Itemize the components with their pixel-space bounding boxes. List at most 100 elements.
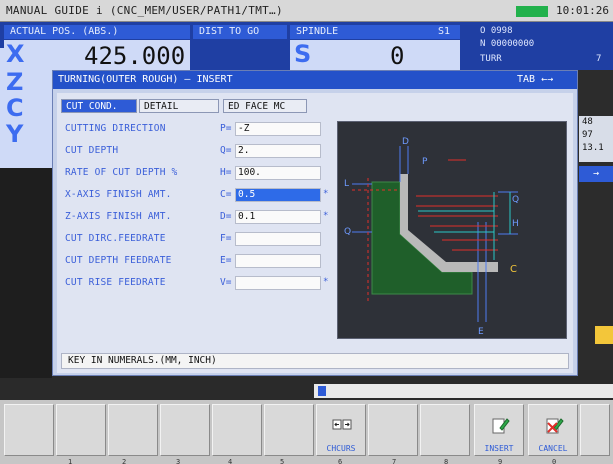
param-letter: C= [220,189,232,200]
scroll-thumb[interactable] [318,386,326,396]
param-letter: E= [220,255,232,266]
turret-value: 7 [596,54,602,64]
softkey-5[interactable] [212,404,262,456]
softkey-1[interactable] [4,404,54,456]
sequence-number: N 00000000 [480,39,535,49]
tab-hint: TAB ←→ [517,74,554,85]
clock: 10:01:26 [556,4,609,17]
param-letter: P= [220,123,232,134]
figure-label-l: L [344,179,349,189]
axis-z: Z [6,68,24,96]
softkey-number: 6 [338,458,343,464]
cutting-direction-field[interactable]: -Z [235,122,321,136]
required-marker: * [323,211,329,221]
program-number: O 0998 [480,26,513,36]
param-label: CUT RISE FEEDRATE [65,277,166,288]
softkey-6[interactable] [264,404,314,456]
softkey-number: 0 [552,458,557,464]
param-label: X-AXIS FINISH AMT. [65,189,172,200]
chcurs-softkey[interactable]: CHCURS [316,404,366,456]
tab-ed-face-mc[interactable]: ED FACE MC [223,99,307,113]
cursor-arrows-icon [332,419,352,430]
figure-label-q-left: Q [344,227,351,237]
title-bar: MANUAL GUIDE i (CNC_MEM/USER/PATH1/TMT…)… [0,0,613,22]
right-values: 48 97 13.1 [579,116,613,162]
required-marker: * [323,189,329,199]
softkey-number: 9 [498,458,503,464]
turret-label: TURR [480,54,502,64]
softkey-number: 5 [280,458,285,464]
softkey-4[interactable] [160,404,210,456]
right-yellow-marker [595,326,613,344]
cancel-softkey[interactable]: CANCEL [528,404,578,456]
param-label: CUT DIRC.FEEDRATE [65,233,166,244]
param-label: CUTTING DIRECTION [65,123,166,134]
insert-pencil-icon [492,418,510,434]
tab-cut-cond[interactable]: CUT COND. [61,99,137,113]
axis-x: X [6,40,25,68]
rate-of-cut-depth-field[interactable]: 100. [235,166,321,180]
spindle-index: S1 [438,26,451,37]
softkey-next[interactable] [580,404,610,456]
spindle-header-label: SPINDLE [296,26,339,37]
param-letter: Q= [220,145,232,156]
right-background [578,70,613,370]
insert-label: INSERT [484,444,514,453]
position-value: 425.000 [84,42,186,70]
insert-dialog: TURNING(OUTER ROUGH) – INSERT TAB ←→ CUT… [52,70,578,376]
message-line: KEY IN NUMERALS.(MM, INCH) [61,353,569,369]
z-axis-finish-field[interactable]: 0.1 [235,210,321,224]
app-title: MANUAL GUIDE i (CNC_MEM/USER/PATH1/TMT…) [6,4,283,17]
left-background [0,168,52,378]
softkey-number: 1 [68,458,73,464]
axis-column: X Z C Y [0,40,52,168]
right-value: 97 [582,130,593,140]
param-label: CUT DEPTH [65,145,119,156]
softkey-3[interactable] [108,404,158,456]
param-label: Z-AXIS FINISH AMT. [65,211,172,222]
param-label: RATE OF CUT DEPTH % [65,167,178,178]
softkey-number: 2 [122,458,127,464]
distance-panel [193,40,287,70]
required-marker: * [323,277,329,287]
right-arrow-indicator: → [579,166,613,182]
param-letter: F= [220,233,232,244]
softkey-number: 4 [228,458,233,464]
param-label: CUT DEPTH FEEDRATE [65,255,172,266]
figure-label-h: H [512,219,519,229]
dialog-title: TURNING(OUTER ROUGH) – INSERT [53,71,577,89]
figure-label-q: Q [512,195,519,205]
spindle-panel: 0 [290,40,460,70]
cancel-label: CANCEL [538,444,568,453]
softkey-2[interactable] [56,404,106,456]
insert-softkey[interactable]: INSERT [474,404,524,456]
softkey-number: 7 [392,458,397,464]
x-axis-finish-field[interactable]: 0.5 [235,188,321,202]
status-scroll-row [314,384,613,398]
guide-figure-drawing: D P L Q Q H C E [344,137,519,337]
cut-rise-feedrate-field[interactable] [235,276,321,290]
softkey-9[interactable] [420,404,470,456]
position-header: ACTUAL POS. (ABS.) [4,25,190,39]
tab-detail[interactable]: DETAIL [139,99,219,113]
figure-label-c: C [510,264,517,275]
param-letter: V= [220,277,232,288]
param-letter: D= [220,211,232,222]
softkey-8[interactable] [368,404,418,456]
dialog-body: CUT COND. DETAIL ED FACE MC CUTTING DIRE… [57,93,573,373]
workpiece-shape [371,181,473,295]
param-letter: H= [220,167,232,178]
figure-label-e: E [478,327,484,337]
softkey-number: 3 [176,458,181,464]
axis-y: Y [6,120,24,148]
cut-depth-feedrate-field[interactable] [235,254,321,268]
figure-label-p: P [422,157,428,167]
cut-dirc-feedrate-field[interactable] [235,232,321,246]
figure-label-d: D [402,137,409,147]
cut-depth-field[interactable]: 2. [235,144,321,158]
right-value: 48 [582,117,593,127]
mode-indicator [516,6,548,17]
softkey-number: 8 [444,458,449,464]
chcurs-label: CHCURS [326,444,356,453]
right-value: 13.1 [582,143,604,153]
